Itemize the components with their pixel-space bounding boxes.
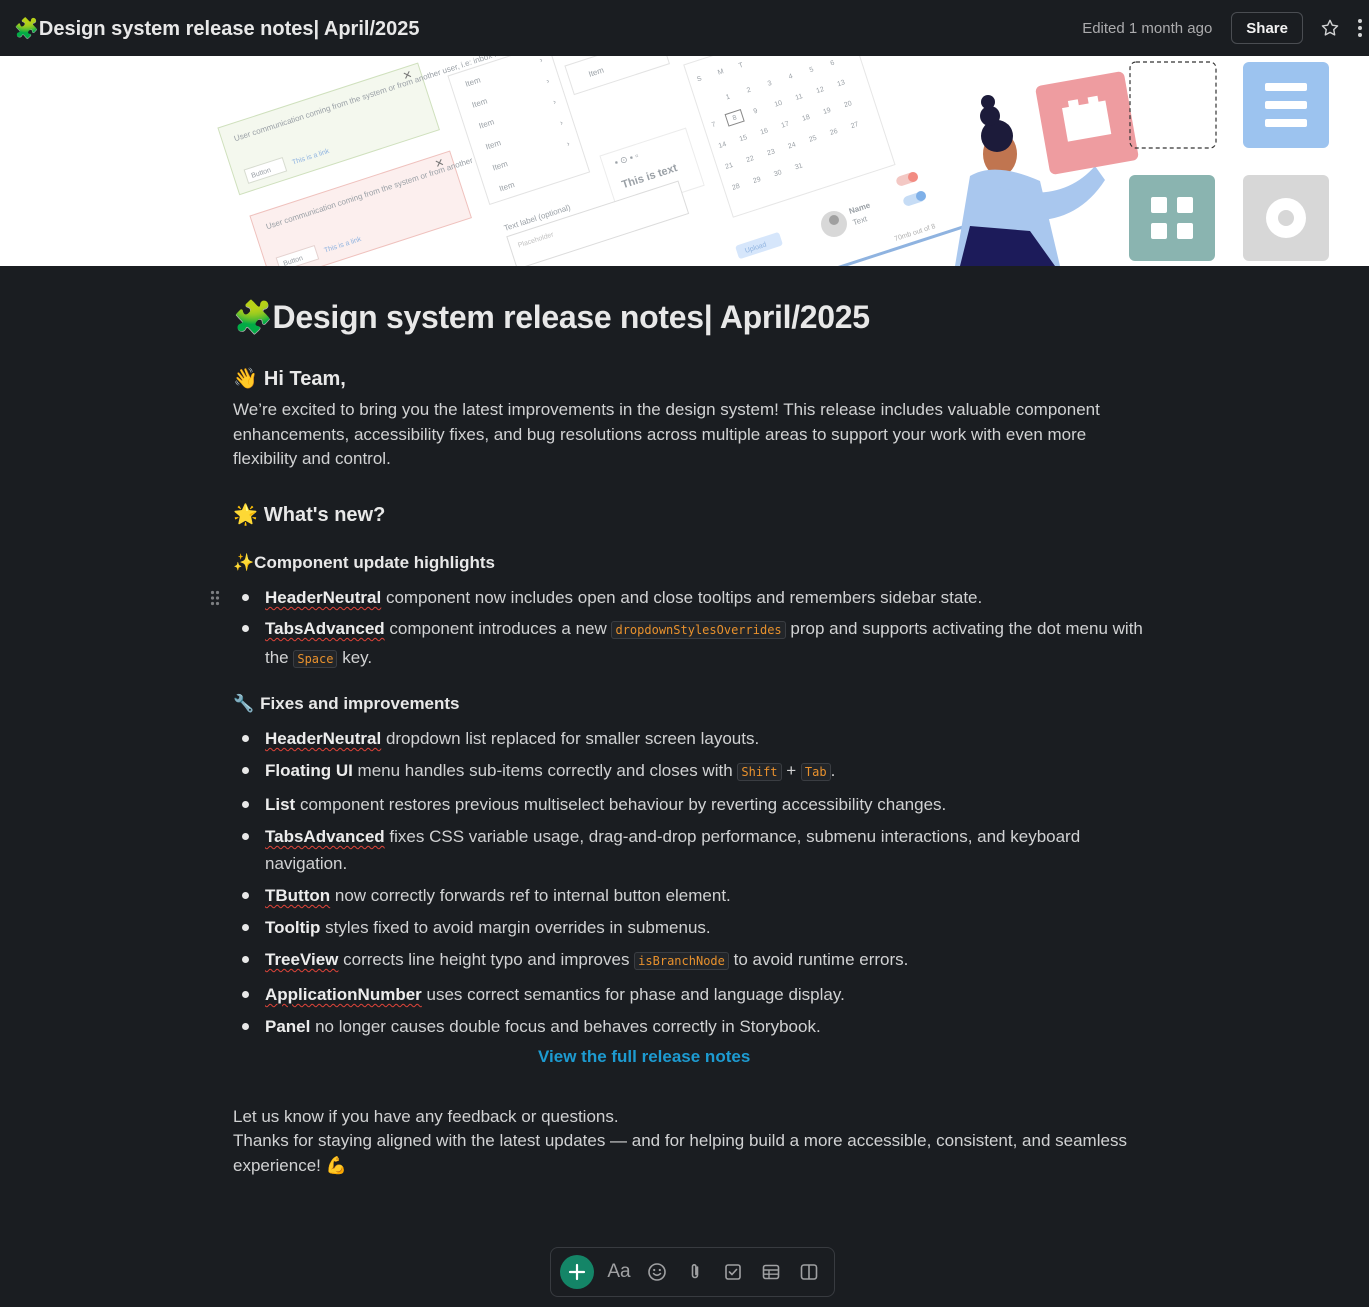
top-bar-actions: Edited 1 month ago Share xyxy=(1082,0,1369,56)
list-item: HeaderNeutral component now includes ope… xyxy=(233,584,1143,611)
more-options-icon[interactable] xyxy=(1353,16,1367,40)
component-name: TreeView xyxy=(265,950,339,969)
component-name: List xyxy=(265,795,296,814)
wrench-icon: 🔧 xyxy=(233,694,255,713)
attachment-icon[interactable] xyxy=(676,1255,714,1289)
greeting-heading: 👋 Hi Team, xyxy=(233,366,346,391)
edited-timestamp[interactable]: Edited 1 month ago xyxy=(1082,20,1212,37)
inline-code: isBranchNode xyxy=(634,952,729,970)
component-name: TabsAdvanced xyxy=(265,619,385,638)
formatting-toolbar: Aa xyxy=(550,1247,835,1297)
share-button[interactable]: Share xyxy=(1231,12,1303,44)
list-item: List component restores previous multise… xyxy=(233,791,1143,818)
list-item: Tooltip styles fixed to avoid margin ove… xyxy=(233,914,1143,941)
component-name: Tooltip xyxy=(265,918,321,937)
list-item: Panel no longer causes double focus and … xyxy=(233,1013,1143,1040)
closing-line-2: Thanks for staying aligned with the late… xyxy=(233,1131,1127,1175)
canvas-title: 🧩Design system release notes| April/2025 xyxy=(14,17,420,40)
list-item: ApplicationNumber uses correct semantics… xyxy=(233,981,1143,1008)
emoji-icon[interactable] xyxy=(638,1255,676,1289)
fixes-heading-text: Fixes and improvements xyxy=(260,694,460,713)
plus-icon[interactable] xyxy=(560,1255,594,1289)
list-item: TabsAdvanced component introduces a new … xyxy=(233,615,1143,673)
component-name: TabsAdvanced xyxy=(265,827,385,846)
inline-code: Shift xyxy=(737,763,782,781)
star-glow-icon: 🌟 xyxy=(233,504,258,526)
inline-code: Tab xyxy=(800,763,831,781)
text-format-icon[interactable]: Aa xyxy=(600,1255,638,1289)
full-release-notes-link[interactable]: View the full release notes xyxy=(538,1047,750,1067)
intro-paragraph: We’re excited to bring you the latest im… xyxy=(233,400,1100,468)
component-name: HeaderNeutral xyxy=(265,729,382,748)
component-name: TButton xyxy=(265,886,331,905)
table-icon[interactable] xyxy=(752,1255,790,1289)
page-title: 🧩Design system release notes| April/2025 xyxy=(233,299,870,335)
closing-line-1: Let us know if you have any feedback or … xyxy=(233,1107,619,1126)
fixes-heading: 🔧 Fixes and improvements xyxy=(233,694,460,714)
list-item: TreeView corrects line height typo and i… xyxy=(233,946,1143,975)
columns-icon[interactable] xyxy=(790,1255,828,1289)
component-name: Panel xyxy=(265,1017,311,1036)
inline-code: dropdownStylesOverrides xyxy=(611,621,786,639)
header-banner-image: User communication coming from the syste… xyxy=(0,56,1369,266)
banner-file-size: 70mb out of 8 xyxy=(894,223,937,243)
component-name: ApplicationNumber xyxy=(265,985,422,1004)
star-icon[interactable] xyxy=(1319,17,1341,39)
list-item: Floating UI menu handles sub-items corre… xyxy=(233,757,1143,786)
fixes-list: HeaderNeutral dropdown list replaced for… xyxy=(233,725,1143,1040)
component-name: Floating UI xyxy=(265,761,353,780)
component-name: HeaderNeutral xyxy=(265,588,382,607)
list-item: TabsAdvanced fixes CSS variable usage, d… xyxy=(233,823,1143,877)
list-item: TButton now correctly forwards ref to in… xyxy=(233,882,1143,909)
whats-new-heading: 🌟 What's new? xyxy=(233,502,385,527)
wave-icon: 👋 xyxy=(233,368,258,390)
banner-user-name: Name xyxy=(848,200,872,215)
greeting-text: Hi Team, xyxy=(263,368,346,390)
drag-handle-icon[interactable] xyxy=(210,590,220,606)
inline-code: Space xyxy=(293,650,338,668)
checkbox-icon[interactable] xyxy=(714,1255,752,1289)
list-item: HeaderNeutral dropdown list replaced for… xyxy=(233,725,1143,752)
highlights-heading: ✨Component update highlights xyxy=(233,553,495,572)
highlights-list: HeaderNeutral component now includes ope… xyxy=(233,584,1143,673)
whats-new-text: What's new? xyxy=(263,504,386,526)
banner-user-text: Text xyxy=(852,214,869,227)
top-bar: 🧩Design system release notes| April/2025… xyxy=(0,0,1369,56)
